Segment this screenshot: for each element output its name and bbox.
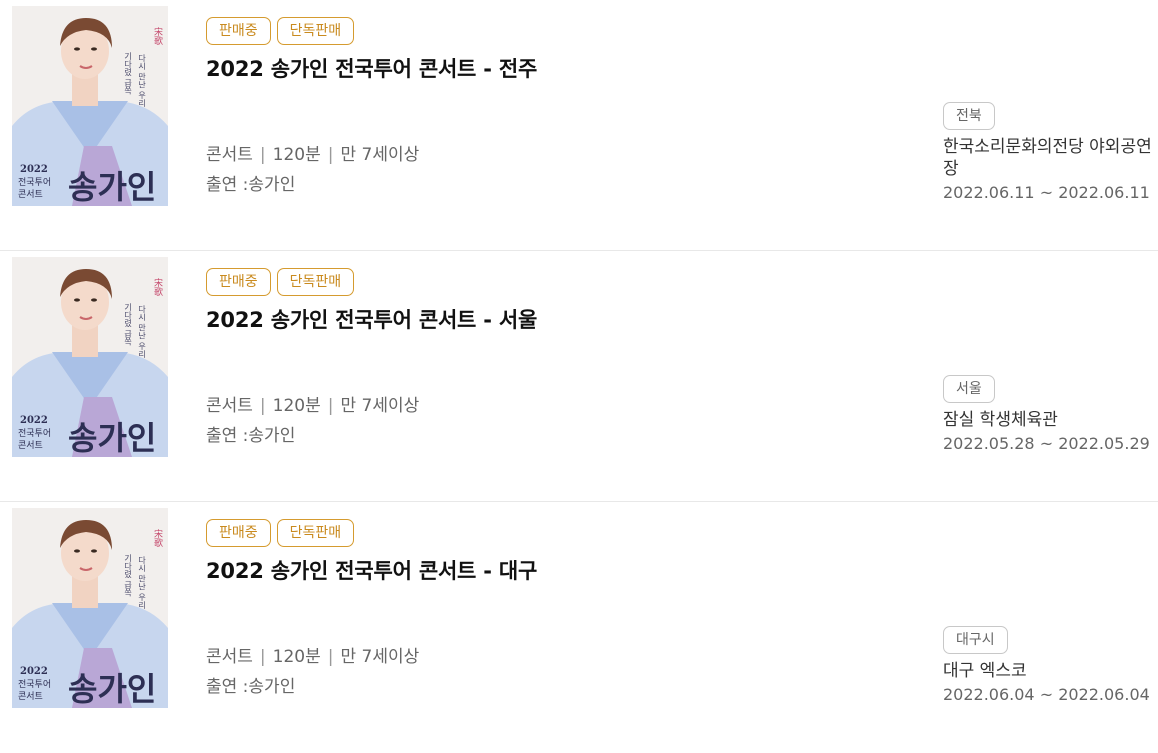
poster-tagline2: 다시 만난 우리: [137, 54, 146, 108]
region-badge: 서울: [943, 375, 995, 403]
concert-list: 宋歌 기다렸 급쏙 다시 만난 우리 2022 전국투어 콘서트 송가인 판매중…: [0, 0, 1158, 753]
divider: |: [259, 145, 266, 165]
divider: |: [327, 145, 334, 165]
genre: 콘서트: [206, 145, 253, 165]
event-meta: 콘서트 | 120분 | 만 7세이상: [206, 642, 419, 667]
cast: 출연 :송가인: [206, 426, 296, 446]
region-badge: 전북: [943, 102, 995, 130]
list-item[interactable]: 宋歌 기다렸 급쏙 다시 만난 우리 2022 전국투어 콘서트 송가인 판매중…: [0, 251, 1158, 502]
date-range: 2022.05.28 ~ 2022.05.29: [943, 434, 1150, 453]
divider: |: [259, 396, 266, 416]
badge-group: 판매중 단독판매: [206, 268, 355, 296]
status-badge: 판매중: [206, 17, 271, 45]
region-badge: 대구시: [943, 626, 1008, 654]
poster-image[interactable]: 宋歌 기다렸 급쏙 다시 만난 우리 2022 전국투어 콘서트 송가인: [12, 508, 168, 708]
divider: |: [259, 647, 266, 667]
poster-tagline1: 기다렸 급쏙: [123, 52, 132, 96]
date-range: 2022.06.11 ~ 2022.06.11: [943, 183, 1150, 202]
badge-group: 판매중 단독판매: [206, 17, 355, 45]
poster-line2: 콘서트: [18, 691, 43, 702]
badge-group: 판매중 단독판매: [206, 519, 355, 547]
poster-tagline1: 기다렸 급쏙: [123, 303, 132, 347]
exclusive-badge: 단독판매: [276, 268, 355, 296]
age-rating: 만 7세이상: [340, 647, 420, 667]
poster-year: 2022: [20, 666, 48, 677]
poster-line1: 전국투어: [18, 177, 51, 188]
genre: 콘서트: [206, 647, 253, 667]
event-meta: 콘서트 | 120분 | 만 7세이상: [206, 391, 419, 416]
poster-line1: 전국투어: [18, 428, 51, 439]
venue-name: 한국소리문화의전당 야외공연장: [943, 137, 1152, 179]
venue-info: 전북 한국소리문화의전당 야외공연장 2022.06.11 ~ 2022.06.…: [943, 102, 1153, 202]
divider: |: [327, 647, 334, 667]
poster-logo: 宋歌: [152, 26, 163, 46]
poster-image[interactable]: 宋歌 기다렸 급쏙 다시 만난 우리 2022 전국투어 콘서트 송가인: [12, 6, 168, 206]
poster-logo: 宋歌: [152, 528, 163, 548]
poster-tagline2: 다시 만난 우리: [137, 556, 146, 610]
divider: |: [327, 396, 334, 416]
list-item[interactable]: 宋歌 기다렸 급쏙 다시 만난 우리 2022 전국투어 콘서트 송가인 판매중…: [0, 502, 1158, 753]
venue-name: 대구 엑스코: [943, 661, 1027, 681]
duration: 120분: [272, 647, 321, 667]
age-rating: 만 7세이상: [340, 145, 420, 165]
exclusive-badge: 단독판매: [276, 17, 355, 45]
list-item[interactable]: 宋歌 기다렸 급쏙 다시 만난 우리 2022 전국투어 콘서트 송가인 판매중…: [0, 0, 1158, 251]
status-badge: 판매중: [206, 268, 271, 296]
poster-name: 송가인: [68, 168, 156, 206]
venue-name: 잠실 학생체육관: [943, 410, 1058, 430]
poster-line2: 콘서트: [18, 440, 43, 451]
venue-info: 대구시 대구 엑스코 2022.06.04 ~ 2022.06.04: [943, 626, 1153, 704]
poster-image[interactable]: 宋歌 기다렸 급쏙 다시 만난 우리 2022 전국투어 콘서트 송가인: [12, 257, 168, 457]
poster-logo: 宋歌: [152, 277, 163, 297]
duration: 120분: [272, 145, 321, 165]
age-rating: 만 7세이상: [340, 396, 420, 416]
poster-name: 송가인: [68, 419, 156, 457]
genre: 콘서트: [206, 396, 253, 416]
status-badge: 판매중: [206, 519, 271, 547]
cast: 출연 :송가인: [206, 677, 296, 697]
cast: 출연 :송가인: [206, 175, 296, 195]
date-range: 2022.06.04 ~ 2022.06.04: [943, 685, 1150, 704]
event-title[interactable]: 2022 송가인 전국투어 콘서트 - 대구: [206, 555, 537, 585]
poster-line2: 콘서트: [18, 189, 43, 200]
poster-tagline2: 다시 만난 우리: [137, 305, 146, 359]
poster-year: 2022: [20, 164, 48, 175]
poster-tagline1: 기다렸 급쏙: [123, 554, 132, 598]
duration: 120분: [272, 396, 321, 416]
poster-name: 송가인: [68, 670, 156, 708]
event-title[interactable]: 2022 송가인 전국투어 콘서트 - 서울: [206, 304, 537, 334]
poster-year: 2022: [20, 415, 48, 426]
event-meta: 콘서트 | 120분 | 만 7세이상: [206, 140, 419, 165]
venue-info: 서울 잠실 학생체육관 2022.05.28 ~ 2022.05.29: [943, 375, 1153, 453]
event-title[interactable]: 2022 송가인 전국투어 콘서트 - 전주: [206, 53, 537, 83]
exclusive-badge: 단독판매: [276, 519, 355, 547]
poster-line1: 전국투어: [18, 679, 51, 690]
